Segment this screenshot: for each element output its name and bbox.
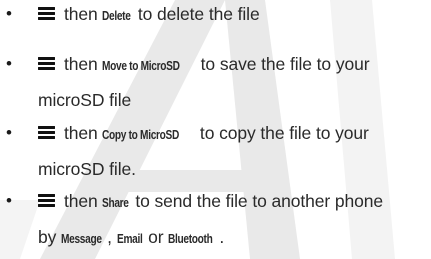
menu-icon bbox=[38, 7, 55, 20]
command-keyword: Bluetooth bbox=[168, 231, 213, 246]
item-text: microSD file bbox=[38, 90, 132, 110]
item-text: to send the file to another phone bbox=[130, 191, 384, 211]
item-text: to copy the file to your bbox=[195, 123, 369, 143]
command-keyword: Share bbox=[102, 195, 130, 210]
menu-icon bbox=[38, 126, 55, 139]
bullet: • bbox=[6, 191, 12, 210]
item-text: or bbox=[143, 227, 169, 247]
item-line: then Move to MicroSD to save the file to… bbox=[64, 54, 370, 76]
command-keyword: Delete bbox=[102, 8, 132, 23]
item-line: then Delete to delete the file bbox=[64, 4, 260, 26]
bullet: • bbox=[6, 123, 12, 142]
bullet: • bbox=[6, 4, 12, 23]
item-line: by Message, Email or Bluetooth. bbox=[38, 227, 224, 249]
item-text: then bbox=[64, 191, 103, 211]
bullet: • bbox=[6, 54, 12, 73]
item-line: then Share to send the file to another p… bbox=[64, 191, 383, 213]
item-line: then Copy to MicroSD to copy the file to… bbox=[64, 123, 369, 145]
command-keyword: Move to MicroSD bbox=[102, 58, 181, 73]
item-line: microSD file bbox=[38, 90, 131, 110]
item-text: then bbox=[64, 4, 103, 24]
item-text: , bbox=[107, 227, 117, 247]
command-keyword: Copy to MicroSD bbox=[102, 127, 180, 142]
item-text: . bbox=[219, 227, 225, 247]
item-text: by bbox=[38, 227, 62, 247]
item-text: then bbox=[64, 123, 103, 143]
menu-icon bbox=[38, 194, 55, 207]
item-text: then bbox=[64, 54, 103, 74]
item-text: to save the file to your bbox=[195, 54, 370, 74]
item-line: microSD file. bbox=[38, 159, 136, 179]
command-keyword: Message bbox=[61, 231, 102, 246]
command-keyword: Email bbox=[116, 231, 143, 246]
menu-icon bbox=[38, 57, 55, 70]
item-text: to delete the file bbox=[133, 4, 260, 24]
item-text: microSD file. bbox=[38, 159, 136, 179]
